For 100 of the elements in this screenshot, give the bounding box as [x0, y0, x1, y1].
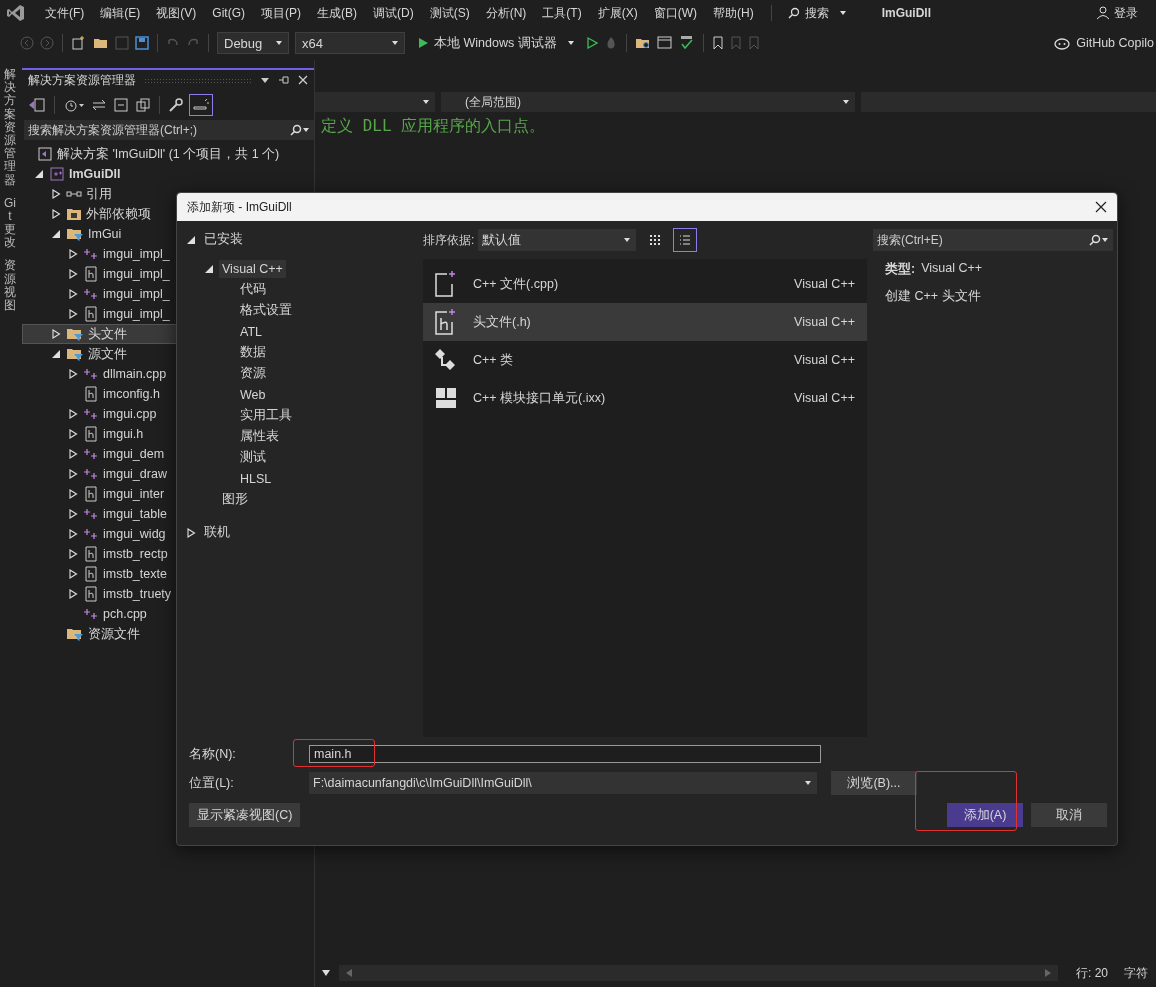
preview-icon[interactable]	[190, 95, 212, 115]
tree-item[interactable]: imstb_texte	[22, 564, 314, 584]
platform-select[interactable]: x64	[295, 32, 405, 54]
tree-item[interactable]: imstb_rectp	[22, 544, 314, 564]
expander-icon[interactable]	[204, 263, 214, 274]
tree-item[interactable]: pch.cpp	[22, 604, 314, 624]
expander-icon[interactable]	[68, 449, 78, 459]
menu-item[interactable]: 测试(S)	[422, 2, 477, 24]
expander-icon[interactable]	[68, 509, 78, 519]
menu-item[interactable]: 扩展(X)	[590, 2, 645, 24]
category-item[interactable]: Web	[237, 385, 269, 404]
expander-icon[interactable]	[68, 549, 78, 559]
category-item[interactable]: 代码	[237, 279, 269, 300]
history-icon[interactable]	[63, 97, 85, 113]
template-item[interactable]: C++ 文件(.cpp) Visual C++	[423, 265, 867, 303]
template-item[interactable]: C++ 类 Visual C++	[423, 341, 867, 379]
expander-icon[interactable]	[186, 234, 196, 245]
category-item[interactable]: 联机	[201, 522, 233, 543]
menu-item[interactable]: 项目(P)	[254, 2, 308, 24]
category-item[interactable]: 属性表	[237, 426, 282, 447]
switch-views-icon[interactable]	[28, 97, 46, 113]
menu-item[interactable]: Git(G)	[205, 4, 252, 22]
category-item[interactable]: 测试	[237, 447, 269, 468]
cancel-button[interactable]: 取消	[1031, 803, 1107, 827]
expander-icon[interactable]	[68, 569, 78, 579]
template-item[interactable]: C++ 模块接口单元(.ixx) Visual C++	[423, 379, 867, 417]
expander-icon[interactable]	[68, 529, 78, 539]
location-select[interactable]: F:\daimacunfangdi\c\ImGuiDll\ImGuiDll\	[309, 772, 817, 794]
expander-icon[interactable]	[34, 169, 44, 179]
menu-item[interactable]: 编辑(E)	[93, 2, 148, 24]
bookmark-icon[interactable]	[711, 36, 724, 50]
menu-item[interactable]: 文件(F)	[38, 2, 92, 24]
side-tab[interactable]: Git 更改	[4, 196, 16, 250]
compact-view-button[interactable]: 显示紧凑视图(C)	[189, 803, 301, 827]
horizontal-scrollbar[interactable]	[339, 965, 1058, 981]
expander-icon[interactable]	[68, 409, 78, 419]
new-item-icon[interactable]	[71, 35, 87, 51]
collapse-all-icon[interactable]	[113, 97, 129, 113]
category-item[interactable]: HLSL	[237, 469, 275, 488]
search-icon[interactable]	[288, 124, 310, 136]
add-button[interactable]: 添加(A)	[947, 803, 1023, 827]
expander-icon[interactable]	[51, 229, 61, 239]
category-item[interactable]: ATL	[237, 322, 265, 341]
run-without-debugging-icon[interactable]	[585, 37, 598, 49]
tree-item[interactable]: 资源文件	[22, 624, 314, 644]
menu-item[interactable]: 帮助(H)	[706, 2, 761, 24]
menu-item[interactable]: 窗口(W)	[646, 2, 704, 24]
expander-icon[interactable]	[68, 269, 78, 279]
browse-button[interactable]: 浏览(B)...	[831, 771, 917, 795]
scope-select[interactable]: (全局范围)	[441, 92, 855, 112]
configuration-select[interactable]: Debug	[217, 32, 289, 54]
list-view-icon[interactable]	[674, 229, 697, 251]
search-field[interactable]: 搜索(Ctrl+E)	[873, 229, 1113, 251]
sign-in-button[interactable]: 登录	[1090, 3, 1144, 23]
category-item[interactable]: 格式设置	[237, 300, 295, 321]
category-item[interactable]: 数据	[237, 342, 269, 363]
wrench-icon[interactable]	[168, 97, 184, 113]
tree-item[interactable]: ImGuiDll	[22, 164, 314, 184]
expander-icon[interactable]	[68, 589, 78, 599]
scroll-right-icon[interactable]	[1044, 968, 1052, 978]
copy-icon[interactable]	[135, 97, 151, 113]
category-item[interactable]: 资源	[237, 363, 269, 384]
menu-item[interactable]: 分析(N)	[478, 2, 534, 24]
sort-select[interactable]: 默认值	[478, 229, 637, 251]
menu-item[interactable]: 生成(B)	[310, 2, 364, 24]
save-all-icon[interactable]	[135, 36, 149, 50]
expander-icon[interactable]	[51, 209, 61, 219]
spell-check-icon[interactable]	[678, 35, 695, 51]
search-button[interactable]: 搜索	[781, 2, 852, 24]
expander-icon[interactable]	[68, 429, 78, 439]
name-field[interactable]: main.h	[309, 745, 821, 763]
start-debugging-button[interactable]: 本地 Windows 调试器	[411, 33, 580, 53]
menu-item[interactable]: 工具(T)	[535, 2, 589, 24]
sync-icon[interactable]	[91, 98, 107, 112]
menu-item[interactable]: 视图(V)	[149, 2, 204, 24]
expander-icon[interactable]	[68, 369, 78, 379]
expander-icon[interactable]	[51, 189, 61, 199]
menu-item[interactable]: 调试(D)	[366, 2, 421, 24]
side-tab[interactable]: 资源视图	[4, 259, 16, 313]
category-item[interactable]: Visual C++	[219, 259, 286, 278]
search-field[interactable]: 搜索解决方案资源管理器(Ctrl+;)	[24, 120, 314, 140]
expander-icon[interactable]	[68, 309, 78, 319]
tree-item[interactable]: imstb_truety	[22, 584, 314, 604]
dropdown-icon[interactable]	[260, 75, 270, 85]
expander-icon[interactable]	[51, 329, 61, 339]
expander-icon[interactable]	[186, 527, 196, 538]
scroll-left-icon[interactable]	[345, 968, 353, 978]
expander-icon[interactable]	[68, 289, 78, 299]
dropdown-icon[interactable]	[321, 969, 331, 977]
expander-icon[interactable]	[51, 349, 61, 359]
window-layout-icon[interactable]	[656, 35, 673, 51]
expander-icon[interactable]	[68, 249, 78, 259]
expander-icon[interactable]	[68, 489, 78, 499]
search-icon[interactable]	[1087, 234, 1109, 246]
pin-icon[interactable]	[278, 75, 290, 85]
category-item[interactable]: 实用工具	[237, 405, 295, 426]
copilot-button[interactable]: GitHub Copilo	[1048, 35, 1156, 51]
expander-icon[interactable]	[68, 469, 78, 479]
tree-item[interactable]: 解决方案 'ImGuiDll' (1 个项目，共 1 个)	[22, 144, 314, 164]
side-tab[interactable]: 解决方案资源管理器	[4, 68, 16, 187]
